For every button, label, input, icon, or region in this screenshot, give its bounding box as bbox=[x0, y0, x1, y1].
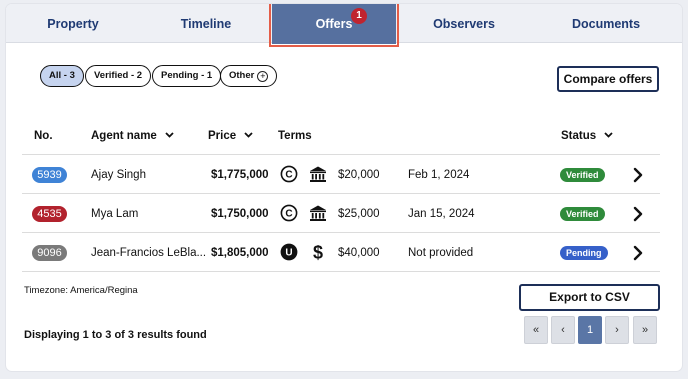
filter-verified[interactable]: Verified - 2 bbox=[85, 65, 152, 87]
bank-icon bbox=[309, 204, 327, 222]
offer-price: $1,775,000 bbox=[211, 169, 269, 181]
chevron-right-icon[interactable] bbox=[632, 167, 644, 183]
column-header-price-label: Price bbox=[208, 130, 237, 142]
pagination-first-button[interactable]: « bbox=[524, 316, 548, 344]
table-row[interactable]: 5939 Ajay Singh $1,775,000 C $20,000 Feb… bbox=[22, 155, 660, 194]
tab-documents[interactable]: Documents bbox=[530, 4, 682, 43]
table-row[interactable]: 4535 Mya Lam $1,750,000 C $25,000 Jan 15… bbox=[22, 194, 660, 233]
closing-date: Feb 1, 2024 bbox=[408, 169, 470, 181]
chevron-down-icon bbox=[244, 132, 253, 138]
export-csv-button[interactable]: Export to CSV bbox=[519, 284, 660, 311]
offer-price: $1,750,000 bbox=[211, 208, 269, 220]
table-row[interactable]: 9096 Jean-Francios LeBla... $1,805,000 U… bbox=[22, 233, 660, 272]
offer-number-badge: 4535 bbox=[32, 206, 67, 222]
offers-count-badge: 1 bbox=[351, 8, 367, 24]
pagination-page-1[interactable]: 1 bbox=[578, 316, 602, 344]
chevron-right-icon[interactable] bbox=[632, 206, 644, 222]
tab-timeline[interactable]: Timeline bbox=[140, 4, 272, 43]
results-summary: Displaying 1 to 3 of 3 results found bbox=[24, 329, 207, 341]
pagination-last-button[interactable]: » bbox=[633, 316, 657, 344]
svg-text:$: $ bbox=[313, 243, 323, 261]
column-header-price[interactable]: Price bbox=[208, 130, 253, 142]
offer-number-badge: 5939 bbox=[32, 167, 67, 183]
svg-text:U: U bbox=[285, 248, 292, 259]
agent-name: Jean-Francios LeBla... bbox=[91, 247, 207, 259]
status-badge: Verified bbox=[560, 207, 605, 221]
filter-other[interactable]: Other + bbox=[220, 65, 278, 87]
deposit-amount: $40,000 bbox=[338, 247, 380, 259]
column-header-status-label: Status bbox=[561, 130, 597, 142]
svg-text:C: C bbox=[285, 209, 292, 220]
filter-pending[interactable]: Pending - 1 bbox=[152, 65, 222, 87]
column-header-status[interactable]: Status bbox=[561, 130, 613, 142]
column-header-terms: Terms bbox=[278, 130, 312, 142]
tab-bar: Property Timeline Offers 1 Observers Doc… bbox=[6, 4, 682, 47]
conditional-c-icon: C bbox=[280, 204, 298, 222]
pagination-prev-button[interactable]: ‹ bbox=[551, 316, 575, 344]
timezone-label: Timezone: America/Regina bbox=[24, 285, 138, 296]
filter-all[interactable]: All - 3 bbox=[40, 65, 84, 87]
chevron-right-icon[interactable] bbox=[632, 245, 644, 261]
conditional-c-icon: C bbox=[280, 165, 298, 183]
agent-name: Ajay Singh bbox=[91, 169, 146, 181]
bank-icon bbox=[309, 165, 327, 183]
column-header-agent-label: Agent name bbox=[91, 130, 157, 142]
tab-offers[interactable]: Offers 1 bbox=[269, 4, 399, 47]
chevron-down-icon bbox=[604, 132, 613, 138]
offer-price: $1,805,000 bbox=[211, 247, 269, 259]
column-header-agent[interactable]: Agent name bbox=[91, 130, 174, 142]
deposit-amount: $25,000 bbox=[338, 208, 380, 220]
tab-offers-label: Offers bbox=[315, 17, 353, 31]
svg-text:C: C bbox=[285, 170, 292, 181]
compare-offers-button[interactable]: Compare offers bbox=[557, 66, 659, 92]
pagination-next-button[interactable]: › bbox=[605, 316, 629, 344]
status-badge: Verified bbox=[560, 168, 605, 182]
column-header-no: No. bbox=[34, 130, 53, 142]
closing-date: Not provided bbox=[408, 247, 474, 259]
closing-date: Jan 15, 2024 bbox=[408, 208, 475, 220]
tab-observers[interactable]: Observers bbox=[398, 4, 530, 43]
tab-property[interactable]: Property bbox=[6, 4, 140, 43]
chevron-down-icon bbox=[165, 132, 174, 138]
agent-name: Mya Lam bbox=[91, 208, 139, 220]
filter-other-label: Other bbox=[229, 70, 255, 81]
offer-number-badge: 9096 bbox=[32, 245, 67, 261]
deposit-amount: $20,000 bbox=[338, 169, 380, 181]
plus-circle-icon: + bbox=[257, 71, 269, 82]
status-badge: Pending bbox=[560, 246, 608, 260]
unconditional-u-icon: U bbox=[280, 243, 298, 261]
dollar-icon: $ bbox=[309, 243, 327, 263]
